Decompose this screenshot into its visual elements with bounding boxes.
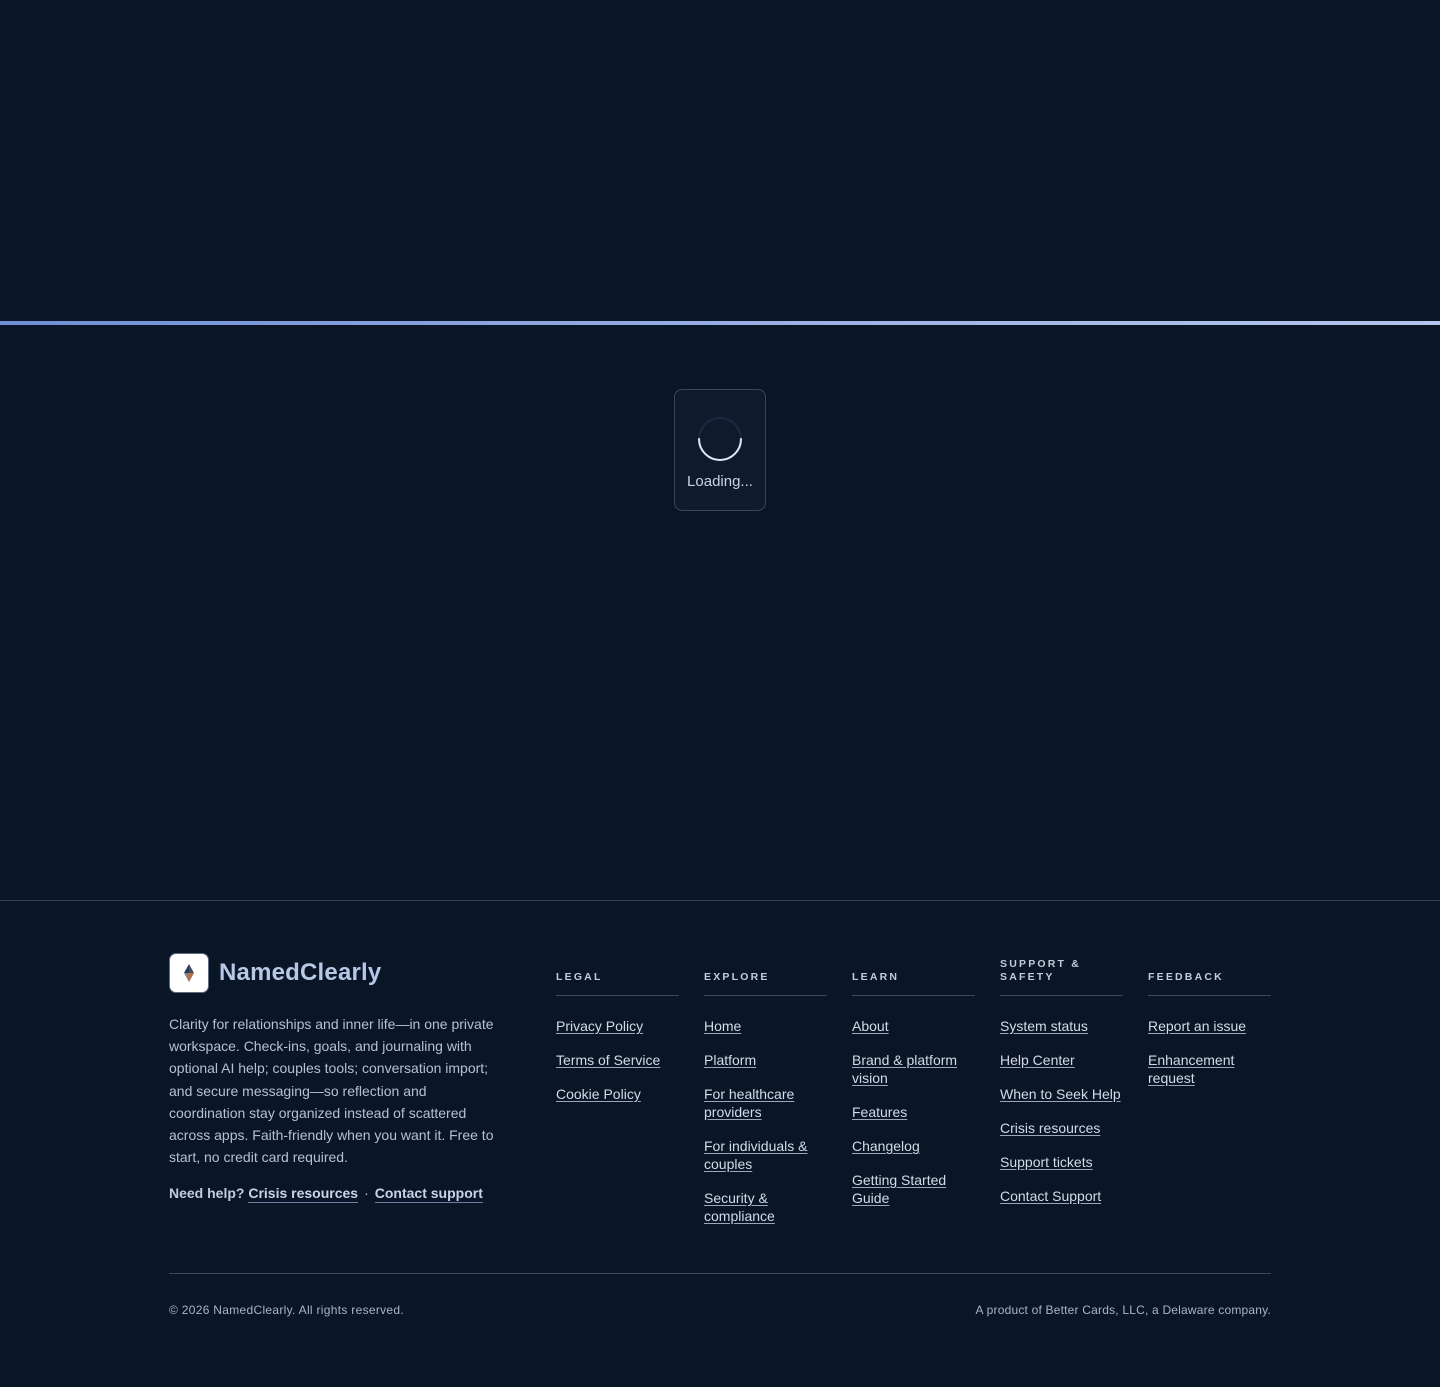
- list-item: Cookie Policy: [556, 1085, 679, 1103]
- getting-started-link[interactable]: Getting Started Guide: [852, 1172, 946, 1206]
- loading-progress-fill: [0, 321, 1440, 325]
- list-item: Terms of Service: [556, 1051, 679, 1069]
- list-item: Support tickets: [1000, 1153, 1123, 1171]
- list-item: When to Seek Help: [1000, 1085, 1123, 1103]
- column-links: System status Help Center When to Seek H…: [1000, 1017, 1123, 1221]
- when-to-seek-help-link[interactable]: When to Seek Help: [1000, 1086, 1121, 1102]
- list-item: Features: [852, 1103, 975, 1121]
- list-item: About: [852, 1017, 975, 1035]
- footer-brand[interactable]: NamedClearly: [169, 953, 381, 993]
- help-line: Need help? Crisis resources · Contact supp…: [169, 1185, 483, 1203]
- column-heading: FEEDBACK: [1148, 959, 1271, 996]
- brand-description: Clarity for relationships and inner life…: [169, 1016, 494, 1166]
- list-item: Brand & platform vision: [852, 1051, 975, 1087]
- loading-card: Loading...: [674, 389, 766, 511]
- brand-name: NamedClearly: [219, 959, 382, 986]
- individuals-couples-link[interactable]: For individuals & couples: [704, 1138, 808, 1172]
- list-item: Contact Support: [1000, 1187, 1123, 1205]
- crisis-resources-link[interactable]: Crisis resources: [248, 1185, 359, 1203]
- footer-divider: [169, 1273, 1271, 1274]
- privacy-policy-link[interactable]: Privacy Policy: [556, 1018, 643, 1034]
- list-item: Getting Started Guide: [852, 1171, 975, 1207]
- list-item: For individuals & couples: [704, 1137, 827, 1173]
- help-center-link[interactable]: Help Center: [1000, 1052, 1075, 1068]
- changelog-link[interactable]: Changelog: [852, 1138, 920, 1154]
- list-item: Crisis resources: [1000, 1119, 1123, 1137]
- enhancement-request-link[interactable]: Enhancement request: [1148, 1052, 1234, 1086]
- features-link[interactable]: Features: [852, 1104, 907, 1120]
- help-separator: ·: [364, 1185, 369, 1201]
- loading-text: Loading...: [687, 473, 753, 490]
- home-link[interactable]: Home: [704, 1018, 741, 1034]
- list-item: Home: [704, 1017, 827, 1035]
- page: Loading... NamedClearly Clarity for rela…: [0, 0, 1440, 1387]
- list-item: Platform: [704, 1051, 827, 1069]
- list-item: Security & compliance: [704, 1189, 827, 1225]
- loading-progress-bar: [0, 321, 1440, 325]
- security-compliance-link[interactable]: Security & compliance: [704, 1190, 775, 1224]
- system-status-link[interactable]: System status: [1000, 1018, 1088, 1034]
- column-heading: LEARN: [852, 959, 975, 996]
- column-links: Report an issue Enhancement request: [1148, 1017, 1271, 1103]
- cookie-policy-link[interactable]: Cookie Policy: [556, 1086, 641, 1102]
- list-item: System status: [1000, 1017, 1123, 1035]
- crisis-resources-column-link[interactable]: Crisis resources: [1000, 1120, 1100, 1136]
- healthcare-providers-link[interactable]: For healthcare providers: [704, 1086, 794, 1120]
- report-issue-link[interactable]: Report an issue: [1148, 1018, 1246, 1034]
- platform-link[interactable]: Platform: [704, 1052, 756, 1068]
- list-item: Enhancement request: [1148, 1051, 1271, 1087]
- column-heading: LEGAL: [556, 959, 679, 996]
- contact-support-link[interactable]: Contact support: [374, 1185, 483, 1203]
- list-item: Privacy Policy: [556, 1017, 679, 1035]
- column-heading: EXPLORE: [704, 959, 827, 996]
- column-heading: SUPPORT & SAFETY: [1000, 958, 1123, 996]
- brand-vision-link[interactable]: Brand & platform vision: [852, 1052, 957, 1086]
- list-item: For healthcare providers: [704, 1085, 827, 1121]
- column-links: Home Platform For healthcare providers F…: [704, 1017, 827, 1241]
- list-item: Help Center: [1000, 1051, 1123, 1069]
- spinner-icon: [698, 417, 742, 461]
- header-area: [0, 0, 1440, 321]
- column-links: About Brand & platform vision Features C…: [852, 1017, 975, 1223]
- help-label: Need help?: [169, 1185, 245, 1201]
- company-text: A product of Better Cards, LLC, a Delawa…: [975, 1303, 1271, 1317]
- site-footer: NamedClearly Clarity for relationships a…: [0, 900, 1440, 1387]
- contact-support-column-link[interactable]: Contact Support: [1000, 1188, 1101, 1204]
- about-link[interactable]: About: [852, 1018, 889, 1034]
- terms-of-service-link[interactable]: Terms of Service: [556, 1052, 660, 1068]
- diamond-compass-icon: [169, 953, 209, 993]
- support-tickets-link[interactable]: Support tickets: [1000, 1154, 1093, 1170]
- copyright-text: © 2026 NamedClearly. All rights reserved…: [169, 1303, 405, 1317]
- list-item: Report an issue: [1148, 1017, 1271, 1035]
- column-links: Privacy Policy Terms of Service Cookie P…: [556, 1017, 679, 1119]
- list-item: Changelog: [852, 1137, 975, 1155]
